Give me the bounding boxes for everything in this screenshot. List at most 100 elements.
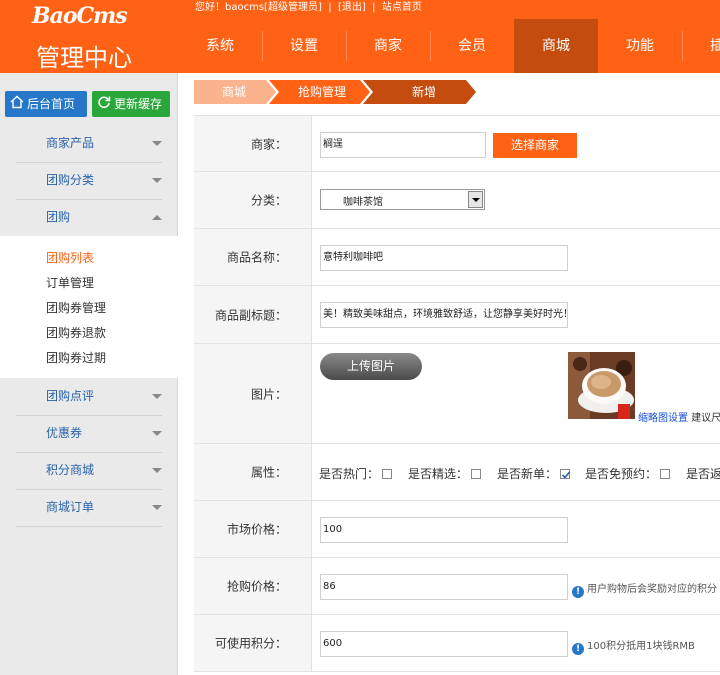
divider	[16, 526, 162, 527]
menu-label: 团购	[46, 210, 71, 224]
merchant-input[interactable]: 榈逞	[320, 132, 486, 158]
form-row-product-name: 商品名称： 意特利咖啡吧	[194, 229, 720, 286]
attr-featured-label: 是否精选：	[408, 467, 469, 481]
submenu-coupon-expired[interactable]: 团购券过期	[46, 349, 106, 366]
chevron-down-icon	[152, 505, 162, 510]
points-hint-text: 100积分抵用1块钱RMB	[587, 641, 695, 652]
menu-coupons[interactable]: 优惠券	[0, 415, 178, 452]
subtitle-input[interactable]: 美！精致美味甜点，环境雅致舒适，让您静享美好时光！	[320, 302, 568, 328]
home-button-label: 后台首页	[27, 97, 76, 111]
form-row-subtitle: 商品副标题： 美！精致美味甜点，环境雅致舒适，让您静享美好时光！	[194, 286, 720, 344]
nav-member[interactable]: 会员	[430, 19, 514, 73]
home-icon	[10, 95, 24, 109]
image-label: 图片：	[250, 387, 287, 401]
menu-groupbuy-category[interactable]: 团购分类	[0, 162, 178, 199]
refresh-cache-label: 更新缓存	[114, 97, 163, 111]
nav-system[interactable]: 系统	[178, 19, 262, 73]
menu-mall-orders[interactable]: 商城订单	[0, 489, 178, 526]
home-button[interactable]: 后台首页	[5, 91, 87, 117]
logout-link[interactable]: [退出]	[338, 2, 366, 13]
product-name-input[interactable]: 意特利咖啡吧	[320, 245, 568, 271]
market-price-label: 市场价格：	[226, 522, 287, 537]
flash-price-hint-text: 用户购物后会奖励对应的积分	[587, 584, 717, 595]
hot-checkbox[interactable]	[382, 469, 393, 479]
top-header: BaoCms 管理中心 您好！baocms[超级管理员] | [退出] | 站点…	[0, 0, 720, 73]
sidebar: 后台首页 更新缓存 商家产品 团购分类 团购 团购列表 订单管理 团购券管理 团…	[0, 73, 178, 675]
points-label: 可使用积分：	[214, 636, 287, 651]
logo[interactable]: BaoCms 管理中心	[0, 0, 178, 73]
site-home-link[interactable]: 站点首页	[382, 2, 422, 13]
nav-settings[interactable]: 设置	[262, 19, 346, 73]
submenu-order-management[interactable]: 订单管理	[46, 274, 94, 291]
attr-refund-label: 是否返	[686, 467, 720, 481]
menu-label: 积分商城	[46, 463, 95, 477]
points-input[interactable]: 600	[320, 631, 568, 657]
menu-label: 优惠券	[46, 426, 83, 440]
menu-label: 商城订单	[46, 500, 95, 514]
menu-label: 团购分类	[46, 173, 95, 187]
menu-groupbuy[interactable]: 团购	[0, 199, 178, 236]
menu-label: 商家产品	[46, 136, 95, 150]
merchant-label: 商家：	[250, 137, 287, 151]
select-merchant-button[interactable]: 选择商家	[493, 133, 577, 158]
form-row-attributes: 属性： 是否热门： 是否精选： 是否新单： 是否免预约： 是否返	[194, 444, 720, 501]
form-row-merchant: 商家： 榈逞 选择商家	[194, 115, 720, 172]
flash-price-input[interactable]: 86	[320, 574, 568, 600]
form-row-market-price: 市场价格： 100	[194, 501, 720, 558]
form-row-points: 可使用积分： 600 ! 100积分抵用1块钱RMB	[194, 615, 720, 672]
subtitle-label: 商品副标题：	[214, 308, 287, 322]
admin-title: 管理中心	[36, 44, 132, 72]
nav-functions[interactable]: 功能	[598, 19, 682, 73]
market-price-input[interactable]: 100	[320, 517, 568, 543]
user-bar: 您好！baocms[超级管理员] | [退出] | 站点首页	[195, 2, 422, 13]
menu-label: 团购点评	[46, 389, 95, 403]
info-icon: !	[572, 643, 584, 655]
category-select-value: 咖啡茶馆	[343, 197, 383, 208]
attr-no-reservation: 是否免预约：	[585, 465, 671, 482]
attr-new-label: 是否新单：	[497, 467, 558, 481]
logo-text: BaoCms	[32, 3, 128, 29]
flash-price-hint: ! 用户购物后会奖励对应的积分	[572, 580, 717, 598]
form-row-category: 分类： 咖啡茶馆	[194, 172, 720, 229]
checkmark-icon	[561, 471, 571, 479]
product-form: 商家： 榈逞 选择商家 分类： 咖啡茶馆 商品名称： 意特利咖啡吧 商品副标题：…	[194, 115, 720, 675]
product-thumbnail	[568, 352, 635, 419]
product-name-label: 商品名称：	[226, 250, 287, 265]
chevron-down-icon	[152, 468, 162, 473]
main-nav: 系统 设置 商家 会员 商城 功能 插	[178, 19, 720, 73]
category-select[interactable]: 咖啡茶馆	[320, 189, 485, 210]
flash-price-label: 抢购价格：	[226, 579, 287, 594]
menu-merchant-products[interactable]: 商家产品	[0, 125, 178, 162]
breadcrumb-new: 新增	[411, 85, 436, 99]
chevron-up-icon	[152, 215, 162, 220]
submenu-coupon-refund[interactable]: 团购券退款	[46, 324, 106, 341]
nav-plugins[interactable]: 插	[682, 19, 720, 73]
attr-hot-label: 是否热门：	[319, 467, 380, 481]
nav-mall[interactable]: 商城	[514, 19, 598, 73]
featured-checkbox[interactable]	[471, 469, 482, 479]
no-reservation-checkbox[interactable]	[660, 469, 671, 479]
info-icon: !	[572, 586, 584, 598]
points-hint: ! 100积分抵用1块钱RMB	[572, 637, 695, 655]
thumbnail-settings-link[interactable]: 缩略图设置	[638, 413, 688, 424]
groupbuy-submenu: 团购列表 订单管理 团购券管理 团购券退款 团购券过期	[0, 236, 178, 378]
new-checkbox[interactable]	[560, 469, 571, 479]
refresh-cache-button[interactable]: 更新缓存	[92, 91, 170, 117]
chevron-down-icon	[152, 431, 162, 436]
form-row-image: 图片： 上传图片 缩略图设置 建议尺	[194, 344, 720, 444]
submenu-coupon-management[interactable]: 团购券管理	[46, 299, 106, 316]
refresh-icon	[98, 96, 111, 109]
upload-image-button[interactable]: 上传图片	[320, 353, 422, 380]
chevron-down-icon	[152, 141, 162, 146]
submenu-groupbuy-list[interactable]: 团购列表	[46, 249, 94, 266]
attr-no-reservation-label: 是否免预约：	[585, 467, 658, 481]
breadcrumb-mall[interactable]: 商城	[194, 80, 274, 104]
menu-groupbuy-reviews[interactable]: 团购点评	[0, 378, 178, 415]
attributes-label: 属性：	[250, 465, 287, 480]
dropdown-arrow-icon	[468, 191, 483, 208]
form-row-flash-price: 抢购价格： 86 ! 用户购物后会奖励对应的积分	[194, 558, 720, 615]
menu-points-mall[interactable]: 积分商城	[0, 452, 178, 489]
nav-merchant[interactable]: 商家	[346, 19, 430, 73]
attr-new: 是否新单：	[497, 465, 571, 482]
breadcrumb-flash-sale[interactable]: 抢购管理	[278, 80, 366, 104]
